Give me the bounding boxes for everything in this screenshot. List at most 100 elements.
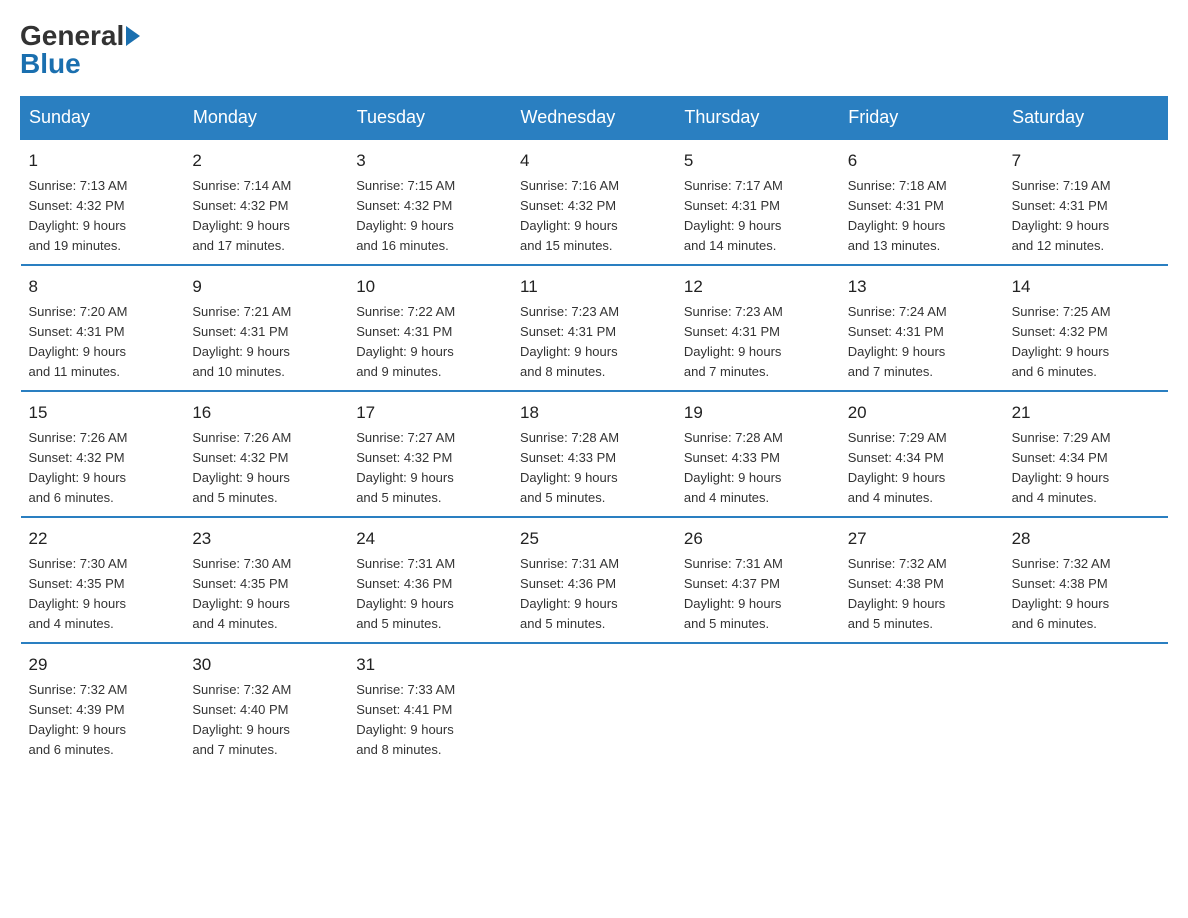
calendar-week-row: 15Sunrise: 7:26 AMSunset: 4:32 PMDayligh…: [21, 391, 1168, 517]
day-info: Sunrise: 7:18 AMSunset: 4:31 PMDaylight:…: [848, 176, 996, 257]
logo-arrow-icon: [126, 26, 140, 46]
weekday-header-monday: Monday: [184, 97, 348, 140]
day-number: 6: [848, 148, 996, 174]
calendar-cell: 1Sunrise: 7:13 AMSunset: 4:32 PMDaylight…: [21, 139, 185, 265]
day-info: Sunrise: 7:23 AMSunset: 4:31 PMDaylight:…: [520, 302, 668, 383]
calendar-cell: 30Sunrise: 7:32 AMSunset: 4:40 PMDayligh…: [184, 643, 348, 768]
calendar-week-row: 8Sunrise: 7:20 AMSunset: 4:31 PMDaylight…: [21, 265, 1168, 391]
calendar-cell: 24Sunrise: 7:31 AMSunset: 4:36 PMDayligh…: [348, 517, 512, 643]
calendar-cell: 20Sunrise: 7:29 AMSunset: 4:34 PMDayligh…: [840, 391, 1004, 517]
day-info: Sunrise: 7:30 AMSunset: 4:35 PMDaylight:…: [29, 554, 177, 635]
day-number: 22: [29, 526, 177, 552]
day-number: 11: [520, 274, 668, 300]
day-number: 27: [848, 526, 996, 552]
day-info: Sunrise: 7:24 AMSunset: 4:31 PMDaylight:…: [848, 302, 996, 383]
day-info: Sunrise: 7:21 AMSunset: 4:31 PMDaylight:…: [192, 302, 340, 383]
day-number: 20: [848, 400, 996, 426]
day-info: Sunrise: 7:23 AMSunset: 4:31 PMDaylight:…: [684, 302, 832, 383]
weekday-header-thursday: Thursday: [676, 97, 840, 140]
calendar-cell: 21Sunrise: 7:29 AMSunset: 4:34 PMDayligh…: [1004, 391, 1168, 517]
day-number: 31: [356, 652, 504, 678]
calendar-cell: 22Sunrise: 7:30 AMSunset: 4:35 PMDayligh…: [21, 517, 185, 643]
calendar-cell: 11Sunrise: 7:23 AMSunset: 4:31 PMDayligh…: [512, 265, 676, 391]
calendar-cell: 13Sunrise: 7:24 AMSunset: 4:31 PMDayligh…: [840, 265, 1004, 391]
day-info: Sunrise: 7:28 AMSunset: 4:33 PMDaylight:…: [684, 428, 832, 509]
day-number: 10: [356, 274, 504, 300]
day-number: 18: [520, 400, 668, 426]
calendar-cell: 28Sunrise: 7:32 AMSunset: 4:38 PMDayligh…: [1004, 517, 1168, 643]
calendar-cell: 27Sunrise: 7:32 AMSunset: 4:38 PMDayligh…: [840, 517, 1004, 643]
day-info: Sunrise: 7:17 AMSunset: 4:31 PMDaylight:…: [684, 176, 832, 257]
calendar-cell: 25Sunrise: 7:31 AMSunset: 4:36 PMDayligh…: [512, 517, 676, 643]
day-number: 8: [29, 274, 177, 300]
day-number: 24: [356, 526, 504, 552]
day-number: 16: [192, 400, 340, 426]
calendar-cell: [676, 643, 840, 768]
calendar-cell: 6Sunrise: 7:18 AMSunset: 4:31 PMDaylight…: [840, 139, 1004, 265]
day-number: 26: [684, 526, 832, 552]
calendar-cell: [840, 643, 1004, 768]
calendar-cell: 10Sunrise: 7:22 AMSunset: 4:31 PMDayligh…: [348, 265, 512, 391]
day-info: Sunrise: 7:14 AMSunset: 4:32 PMDaylight:…: [192, 176, 340, 257]
day-info: Sunrise: 7:19 AMSunset: 4:31 PMDaylight:…: [1012, 176, 1160, 257]
logo-blue-text: Blue: [20, 48, 81, 80]
day-info: Sunrise: 7:16 AMSunset: 4:32 PMDaylight:…: [520, 176, 668, 257]
calendar-cell: 17Sunrise: 7:27 AMSunset: 4:32 PMDayligh…: [348, 391, 512, 517]
day-number: 13: [848, 274, 996, 300]
day-number: 5: [684, 148, 832, 174]
calendar-cell: 29Sunrise: 7:32 AMSunset: 4:39 PMDayligh…: [21, 643, 185, 768]
weekday-header-friday: Friday: [840, 97, 1004, 140]
day-info: Sunrise: 7:15 AMSunset: 4:32 PMDaylight:…: [356, 176, 504, 257]
day-number: 29: [29, 652, 177, 678]
day-info: Sunrise: 7:32 AMSunset: 4:38 PMDaylight:…: [848, 554, 996, 635]
day-number: 12: [684, 274, 832, 300]
calendar-cell: 8Sunrise: 7:20 AMSunset: 4:31 PMDaylight…: [21, 265, 185, 391]
day-number: 17: [356, 400, 504, 426]
day-number: 14: [1012, 274, 1160, 300]
calendar-cell: 5Sunrise: 7:17 AMSunset: 4:31 PMDaylight…: [676, 139, 840, 265]
day-info: Sunrise: 7:31 AMSunset: 4:36 PMDaylight:…: [520, 554, 668, 635]
day-info: Sunrise: 7:31 AMSunset: 4:37 PMDaylight:…: [684, 554, 832, 635]
calendar-cell: 7Sunrise: 7:19 AMSunset: 4:31 PMDaylight…: [1004, 139, 1168, 265]
calendar-cell: 15Sunrise: 7:26 AMSunset: 4:32 PMDayligh…: [21, 391, 185, 517]
day-number: 30: [192, 652, 340, 678]
calendar-cell: 3Sunrise: 7:15 AMSunset: 4:32 PMDaylight…: [348, 139, 512, 265]
calendar-week-row: 1Sunrise: 7:13 AMSunset: 4:32 PMDaylight…: [21, 139, 1168, 265]
calendar-cell: 16Sunrise: 7:26 AMSunset: 4:32 PMDayligh…: [184, 391, 348, 517]
calendar-cell: 23Sunrise: 7:30 AMSunset: 4:35 PMDayligh…: [184, 517, 348, 643]
day-number: 1: [29, 148, 177, 174]
calendar-cell: 12Sunrise: 7:23 AMSunset: 4:31 PMDayligh…: [676, 265, 840, 391]
day-info: Sunrise: 7:13 AMSunset: 4:32 PMDaylight:…: [29, 176, 177, 257]
calendar-cell: 26Sunrise: 7:31 AMSunset: 4:37 PMDayligh…: [676, 517, 840, 643]
weekday-header-wednesday: Wednesday: [512, 97, 676, 140]
weekday-header-saturday: Saturday: [1004, 97, 1168, 140]
day-number: 23: [192, 526, 340, 552]
day-number: 3: [356, 148, 504, 174]
day-info: Sunrise: 7:26 AMSunset: 4:32 PMDaylight:…: [192, 428, 340, 509]
day-number: 15: [29, 400, 177, 426]
calendar-cell: 31Sunrise: 7:33 AMSunset: 4:41 PMDayligh…: [348, 643, 512, 768]
day-info: Sunrise: 7:31 AMSunset: 4:36 PMDaylight:…: [356, 554, 504, 635]
calendar-cell: [512, 643, 676, 768]
day-info: Sunrise: 7:22 AMSunset: 4:31 PMDaylight:…: [356, 302, 504, 383]
calendar-cell: 9Sunrise: 7:21 AMSunset: 4:31 PMDaylight…: [184, 265, 348, 391]
calendar-table: SundayMondayTuesdayWednesdayThursdayFrid…: [20, 96, 1168, 768]
day-info: Sunrise: 7:29 AMSunset: 4:34 PMDaylight:…: [1012, 428, 1160, 509]
day-number: 19: [684, 400, 832, 426]
calendar-week-row: 29Sunrise: 7:32 AMSunset: 4:39 PMDayligh…: [21, 643, 1168, 768]
weekday-header-tuesday: Tuesday: [348, 97, 512, 140]
weekday-header-sunday: Sunday: [21, 97, 185, 140]
page-header: General Blue: [20, 20, 1168, 80]
calendar-cell: 18Sunrise: 7:28 AMSunset: 4:33 PMDayligh…: [512, 391, 676, 517]
day-number: 4: [520, 148, 668, 174]
day-info: Sunrise: 7:27 AMSunset: 4:32 PMDaylight:…: [356, 428, 504, 509]
day-number: 7: [1012, 148, 1160, 174]
day-info: Sunrise: 7:29 AMSunset: 4:34 PMDaylight:…: [848, 428, 996, 509]
calendar-cell: [1004, 643, 1168, 768]
day-info: Sunrise: 7:32 AMSunset: 4:38 PMDaylight:…: [1012, 554, 1160, 635]
day-info: Sunrise: 7:20 AMSunset: 4:31 PMDaylight:…: [29, 302, 177, 383]
day-info: Sunrise: 7:25 AMSunset: 4:32 PMDaylight:…: [1012, 302, 1160, 383]
calendar-cell: 2Sunrise: 7:14 AMSunset: 4:32 PMDaylight…: [184, 139, 348, 265]
calendar-header-row: SundayMondayTuesdayWednesdayThursdayFrid…: [21, 97, 1168, 140]
day-info: Sunrise: 7:26 AMSunset: 4:32 PMDaylight:…: [29, 428, 177, 509]
